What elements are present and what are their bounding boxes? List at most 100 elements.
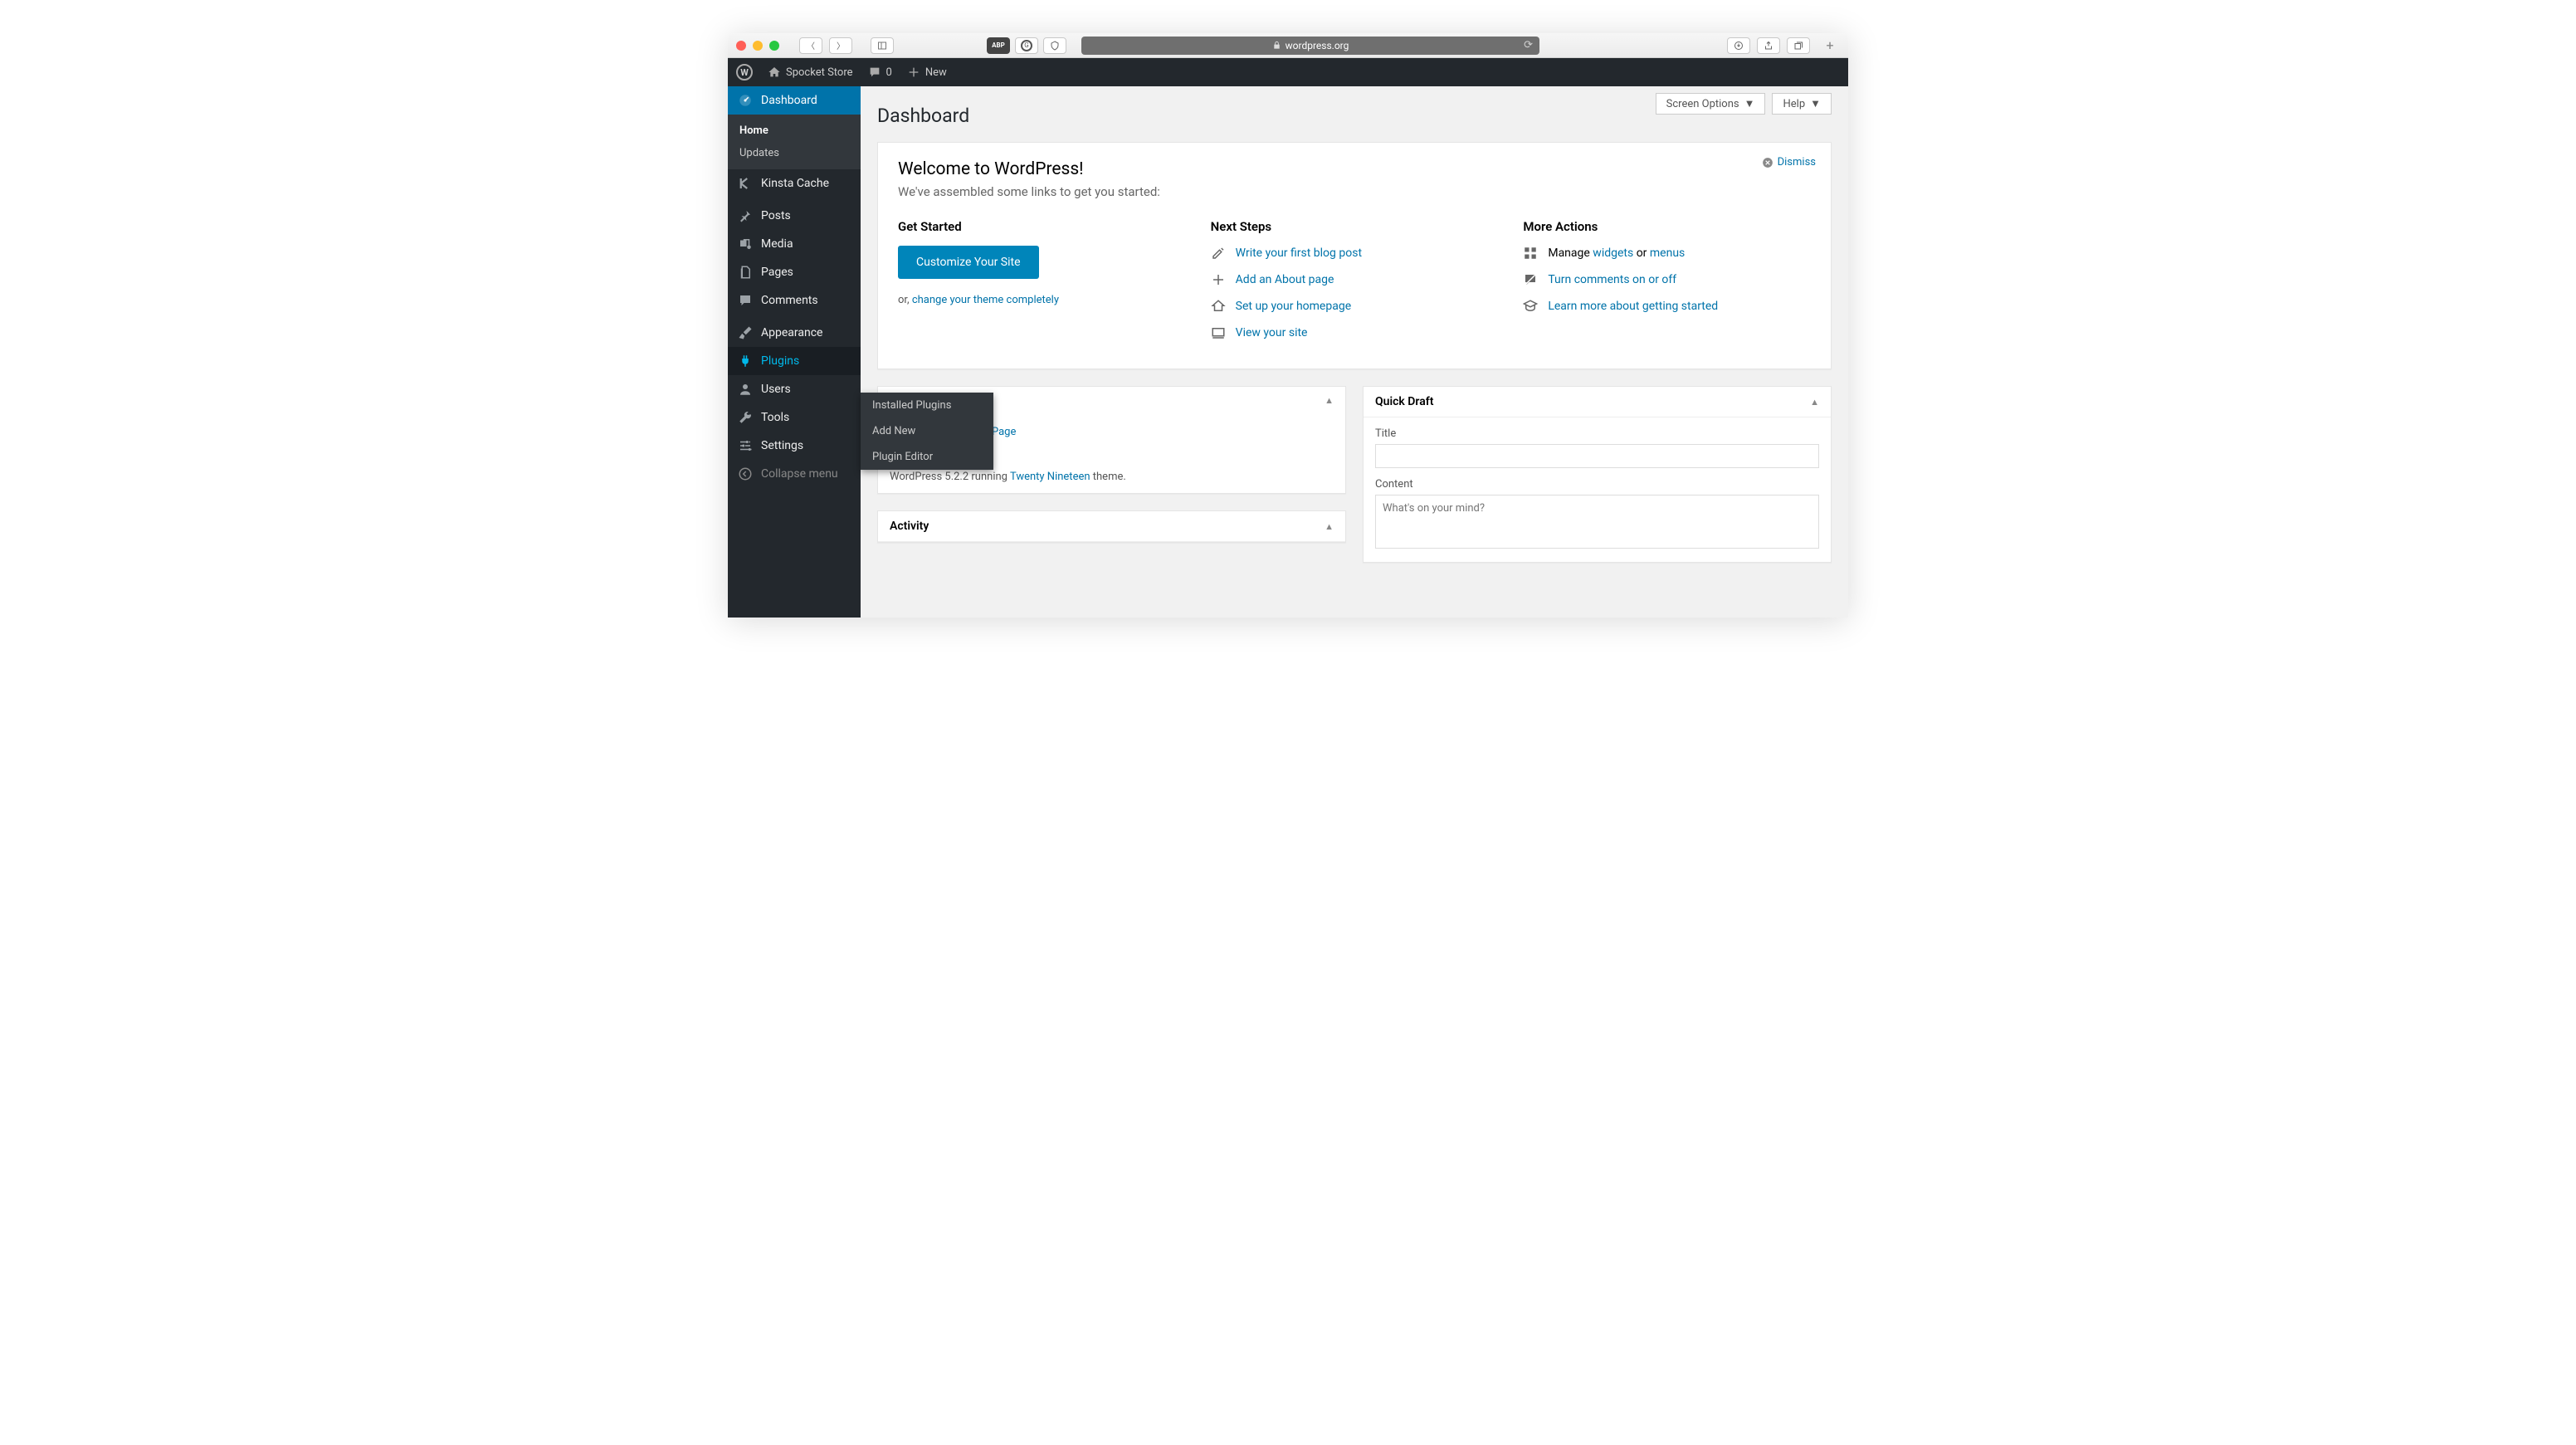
chevron-down-icon: ▼ — [1810, 97, 1821, 110]
add-about-link[interactable]: Add an About page — [1236, 273, 1334, 286]
welcome-subtitle: We've assembled some links to get you st… — [898, 184, 1811, 199]
grammarly-extension-icon[interactable]: G — [1015, 37, 1038, 54]
customize-site-button[interactable]: Customize Your Site — [898, 246, 1039, 279]
screen-icon — [1211, 325, 1226, 340]
sidebar-label: Dashboard — [761, 94, 817, 107]
nav-forward-button[interactable]: 〉 — [829, 37, 852, 54]
menus-link[interactable]: menus — [1650, 247, 1685, 260]
url-bar[interactable]: wordpress.org ⟳ — [1081, 37, 1539, 55]
comments-toggle-link[interactable]: Turn comments on or off — [1548, 273, 1676, 286]
flyout-plugin-editor[interactable]: Plugin Editor — [861, 444, 993, 470]
nav-back-button[interactable]: 〈 — [799, 37, 822, 54]
dashboard-icon — [738, 93, 753, 108]
write-post-link[interactable]: Write your first blog post — [1236, 247, 1362, 260]
plugins-flyout: Installed Plugins Add New Plugin Editor — [861, 393, 993, 470]
sidebar-item-settings[interactable]: Settings — [728, 432, 861, 460]
sidebar-item-users[interactable]: Users — [728, 375, 861, 403]
dismiss-label: Dismiss — [1778, 156, 1816, 168]
close-window-icon[interactable] — [736, 41, 746, 51]
sidebar-item-dashboard[interactable]: Dashboard — [728, 86, 861, 115]
setup-homepage-link[interactable]: Set up your homepage — [1236, 300, 1351, 313]
site-name: Spocket Store — [786, 66, 853, 79]
sidebar-item-media[interactable]: Media — [728, 230, 861, 258]
submenu-updates[interactable]: Updates — [728, 142, 861, 164]
quick-draft-panel: Quick Draft ▲ Title Content — [1363, 386, 1832, 563]
widgets-link[interactable]: widgets — [1593, 247, 1633, 260]
reload-icon[interactable]: ⟳ — [1524, 39, 1533, 51]
help-label: Help — [1783, 98, 1805, 110]
activity-title: Activity — [890, 520, 929, 533]
sidebar-item-plugins[interactable]: Plugins — [728, 347, 861, 375]
welcome-panel: Dismiss Welcome to WordPress! We've asse… — [877, 142, 1832, 369]
pin-icon — [738, 208, 753, 223]
edit-icon — [1211, 246, 1226, 261]
more-actions-heading: More Actions — [1523, 219, 1811, 234]
draft-content-input[interactable] — [1375, 495, 1819, 549]
sidebar-label: Settings — [761, 439, 803, 452]
draft-title-label: Title — [1375, 427, 1819, 440]
next-steps-col: Next Steps Write your first blog post Ad… — [1211, 219, 1499, 352]
wordpress-logo-icon[interactable]: W — [736, 64, 753, 81]
flyout-installed-plugins[interactable]: Installed Plugins — [861, 393, 993, 418]
admin-sidebar: Dashboard Home Updates Kinsta Cache Post… — [728, 86, 861, 618]
screen-options-label: Screen Options — [1666, 98, 1739, 110]
privacy-extension-icon[interactable] — [1043, 37, 1066, 54]
new-tab-button[interactable]: + — [1820, 36, 1840, 56]
chevron-down-icon: ▼ — [1744, 97, 1755, 110]
collapse-menu-button[interactable]: Collapse menu — [728, 460, 861, 488]
panel-toggle-icon[interactable]: ▲ — [1810, 397, 1819, 408]
minimize-window-icon[interactable] — [753, 41, 763, 51]
theme-link[interactable]: Twenty Nineteen — [1010, 471, 1090, 483]
get-started-col: Get Started Customize Your Site or, chan… — [898, 219, 1186, 352]
sidebar-item-comments[interactable]: Comments — [728, 286, 861, 315]
help-button[interactable]: Help ▼ — [1772, 93, 1832, 115]
sidebar-toggle-button[interactable] — [871, 37, 894, 54]
dashboard-submenu: Home Updates — [728, 115, 861, 169]
sidebar-item-kinsta[interactable]: Kinsta Cache — [728, 169, 861, 198]
plus-icon — [1211, 272, 1226, 287]
sidebar-item-appearance[interactable]: Appearance — [728, 319, 861, 347]
sidebar-label: Media — [761, 237, 793, 251]
draft-title-input[interactable] — [1375, 444, 1819, 468]
sidebar-label: Plugins — [761, 354, 799, 368]
graduation-icon — [1523, 299, 1538, 314]
dismiss-button[interactable]: Dismiss — [1762, 156, 1816, 168]
sidebar-item-posts[interactable]: Posts — [728, 202, 861, 230]
comments-link[interactable]: 0 — [868, 66, 892, 79]
sidebar-item-pages[interactable]: Pages — [728, 258, 861, 286]
flyout-add-new[interactable]: Add New — [861, 418, 993, 444]
comments-off-icon — [1523, 272, 1538, 287]
learn-more-link[interactable]: Learn more about getting started — [1548, 300, 1718, 313]
panel-toggle-icon[interactable]: ▲ — [1325, 395, 1334, 406]
new-content-link[interactable]: New — [907, 66, 947, 79]
activity-panel: Activity ▲ — [877, 510, 1346, 543]
plug-icon — [738, 354, 753, 369]
sidebar-label: Collapse menu — [761, 467, 838, 481]
plus-icon — [907, 66, 920, 79]
get-started-heading: Get Started — [898, 219, 1186, 234]
sidebar-label: Appearance — [761, 326, 822, 339]
tabs-button[interactable] — [1787, 37, 1810, 54]
home-icon — [1211, 299, 1226, 314]
share-button[interactable] — [1757, 37, 1780, 54]
more-actions-col: More Actions Manage widgets or menus Tur… — [1523, 219, 1811, 352]
sidebar-label: Pages — [761, 266, 793, 279]
zoom-window-icon[interactable] — [769, 41, 779, 51]
user-icon — [738, 382, 753, 397]
wp-version-line: WordPress 5.2.2 running Twenty Nineteen … — [890, 471, 1334, 483]
downloads-button[interactable] — [1727, 37, 1750, 54]
screen-options-button[interactable]: Screen Options ▼ — [1656, 93, 1766, 115]
wp-admin-bar: W Spocket Store 0 New — [728, 58, 1848, 86]
change-theme-link[interactable]: change your theme completely — [912, 294, 1059, 306]
abp-extension-icon[interactable]: ABP — [987, 37, 1010, 54]
submenu-home[interactable]: Home — [728, 120, 861, 142]
close-icon — [1762, 157, 1773, 168]
sidebar-label: Tools — [761, 411, 789, 424]
sidebar-label: Users — [761, 383, 791, 396]
panel-toggle-icon[interactable]: ▲ — [1325, 521, 1334, 532]
site-link[interactable]: Spocket Store — [768, 66, 853, 79]
quick-draft-title: Quick Draft — [1375, 395, 1433, 408]
widgets-icon — [1523, 246, 1538, 261]
view-site-link[interactable]: View your site — [1236, 326, 1308, 339]
sidebar-item-tools[interactable]: Tools — [728, 403, 861, 432]
